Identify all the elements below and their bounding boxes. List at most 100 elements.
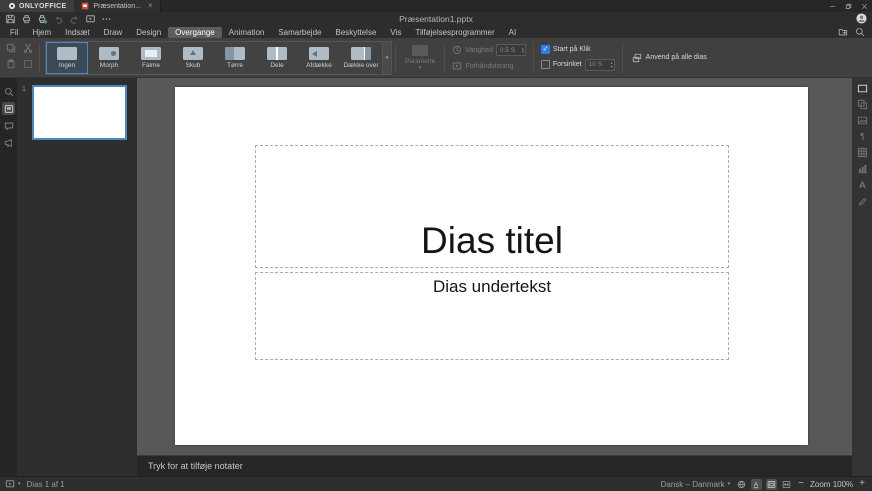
apply-to-all-slides-button[interactable]: Anvend på alle dias — [626, 53, 713, 63]
left-toolbar — [0, 78, 17, 476]
cut-button[interactable] — [22, 42, 34, 54]
slide-editor: Dias titel Dias undertekst — [137, 78, 852, 455]
fit-width-button[interactable] — [781, 479, 792, 490]
parameters-button[interactable]: Parametre ▾ — [399, 45, 441, 70]
slide-title-text: Dias titel — [421, 220, 563, 262]
duration-input[interactable]: 0.5 S ▴▾ — [496, 44, 526, 56]
restore-button[interactable] — [840, 0, 856, 12]
slides-panel-button[interactable] — [2, 102, 15, 115]
print-button[interactable] — [20, 13, 33, 25]
subtitle-placeholder[interactable]: Dias undertekst — [255, 272, 729, 360]
tab-beskyttelse[interactable]: Beskyttelse — [328, 27, 383, 38]
transition-uncover-icon — [309, 47, 329, 60]
document-tab-label: Præsentation... — [93, 3, 140, 10]
slide-thumbnails-panel: 1 — [17, 78, 137, 476]
tab-hjem[interactable]: Hjem — [25, 27, 58, 38]
transition-fade-icon — [141, 47, 161, 60]
tab-tilf-jelsesprogrammer[interactable]: Tilføjelsesprogrammer — [408, 27, 501, 38]
spellcheck-button[interactable]: A — [751, 479, 762, 490]
tab-overgange[interactable]: Overgange — [168, 27, 222, 38]
onlyoffice-logo-icon — [8, 2, 16, 10]
table-settings-button[interactable] — [857, 147, 868, 158]
spellcheck-language-button[interactable] — [736, 479, 747, 490]
search-icon[interactable] — [855, 27, 865, 37]
gallery-more-button[interactable]: ▾ — [382, 42, 391, 74]
user-avatar[interactable] — [856, 13, 867, 24]
chevron-down-icon[interactable]: ▾ — [18, 483, 21, 486]
transition-push-icon — [183, 47, 203, 60]
tab-design[interactable]: Design — [129, 27, 168, 38]
transition-falme[interactable]: Falme — [130, 42, 172, 74]
parameters-label: Parametre — [405, 58, 435, 65]
spinner-arrows-icon[interactable]: ▴▾ — [522, 47, 524, 53]
transition-d-kke-over[interactable]: Dække over — [340, 42, 382, 74]
fit-slide-button[interactable] — [766, 479, 777, 490]
save-button[interactable] — [4, 13, 17, 25]
transition-morph[interactable]: Morph — [88, 42, 130, 74]
select-all-button[interactable] — [22, 58, 34, 70]
paragraph-settings-button[interactable]: ¶ — [857, 131, 868, 142]
slide-settings-button[interactable] — [857, 83, 868, 94]
close-tab-icon[interactable]: × — [148, 2, 153, 10]
apply-all-label: Anvend på alle dias — [646, 54, 707, 61]
image-settings-button[interactable] — [857, 115, 868, 126]
window-controls — [824, 0, 872, 12]
slide-counter: Dias 1 af 1 — [27, 480, 65, 489]
start-slideshow-button[interactable] — [84, 13, 97, 25]
notes-area[interactable]: Tryk for at tilføje notater — [137, 455, 852, 476]
app-name: ONLYOFFICE — [19, 3, 66, 10]
quick-print-button[interactable] — [36, 13, 49, 25]
textart-settings-button[interactable]: A — [857, 179, 868, 190]
transition-label: Tørre — [227, 62, 243, 69]
delay-checkbox[interactable] — [541, 60, 550, 69]
zoom-in-button[interactable]: + — [859, 479, 865, 489]
copy-button[interactable] — [5, 42, 17, 54]
tab-draw[interactable]: Draw — [97, 27, 130, 38]
main-area: 1 Dias titel Dias undertekst ▲ ▼ Tryk fo… — [0, 78, 872, 476]
feedback-panel-button[interactable] — [2, 136, 15, 149]
transition-none-icon — [57, 47, 77, 60]
redo-button[interactable] — [68, 13, 81, 25]
document-tab[interactable]: Præsentation... × — [74, 0, 160, 12]
signature-settings-button[interactable] — [857, 195, 868, 206]
close-button[interactable] — [856, 0, 872, 12]
transition-label: Ingen — [59, 62, 75, 69]
transition-t-rre[interactable]: Tørre — [214, 42, 256, 74]
tab-vis[interactable]: Vis — [383, 27, 408, 38]
tab-fil[interactable]: Fil — [3, 27, 25, 38]
chart-settings-button[interactable] — [857, 163, 868, 174]
transition-ingen[interactable]: Ingen — [46, 42, 88, 74]
close-icon — [861, 3, 868, 10]
tab-ai[interactable]: AI — [502, 27, 524, 38]
more-button[interactable] — [100, 13, 113, 25]
tab-samarbejde[interactable]: Samarbejde — [271, 27, 328, 38]
comments-panel-button[interactable] — [2, 119, 15, 132]
onlyoffice-app-button[interactable]: ONLYOFFICE — [0, 0, 74, 12]
tab-animation[interactable]: Animation — [222, 27, 272, 38]
open-location-icon[interactable] — [838, 27, 848, 37]
shape-settings-button[interactable] — [857, 99, 868, 110]
chevron-down-icon[interactable]: ▾ — [728, 483, 731, 486]
slide-canvas[interactable]: Dias titel Dias undertekst — [175, 87, 808, 445]
minimize-button[interactable] — [824, 0, 840, 12]
transition-cover-icon — [351, 47, 371, 60]
search-panel-button[interactable] — [2, 85, 15, 98]
language-label[interactable]: Dansk – Danmark — [661, 480, 725, 489]
transition-label: Dække over — [343, 62, 378, 69]
svg-text:¶: ¶ — [859, 132, 864, 142]
spinner-arrows-icon[interactable]: ▴▾ — [611, 61, 613, 67]
slide-thumbnail[interactable] — [32, 85, 127, 140]
paste-button[interactable] — [5, 58, 17, 70]
transition-skub[interactable]: Skub — [172, 42, 214, 74]
transition-dele[interactable]: Dele — [256, 42, 298, 74]
start-on-click-checkbox[interactable]: ✓ — [541, 45, 550, 54]
start-slideshow-icon[interactable] — [5, 479, 15, 489]
title-placeholder[interactable]: Dias titel — [255, 145, 729, 268]
ribbon: Ingen MorphFalmeSkub Tørre DeleAfdækkeDække… — [0, 38, 872, 78]
tab-inds-t[interactable]: Indsæt — [58, 27, 96, 38]
delay-input[interactable]: 10 S ▴▾ — [585, 59, 615, 71]
transition-afd-kke[interactable]: Afdække — [298, 42, 340, 74]
zoom-out-button[interactable]: − — [798, 479, 804, 489]
svg-text:A: A — [754, 481, 759, 488]
undo-button[interactable] — [52, 13, 65, 25]
